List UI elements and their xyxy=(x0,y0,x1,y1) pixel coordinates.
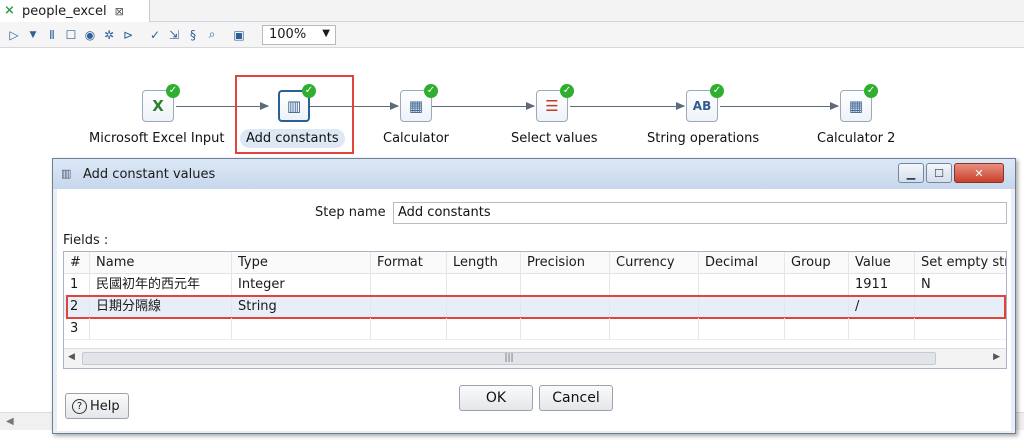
explore-db-icon[interactable]: ⌕ xyxy=(204,27,220,43)
cell-precision[interactable] xyxy=(521,318,610,340)
cell-decimal[interactable] xyxy=(699,318,785,340)
scroll-right-icon[interactable]: ▶ xyxy=(993,352,1000,362)
ok-button[interactable]: OK xyxy=(459,385,533,411)
debug-icon[interactable]: ✲ xyxy=(101,27,117,43)
table-header: # Name Type Format Length Precision Curr… xyxy=(64,252,1006,274)
column-header[interactable]: Value xyxy=(849,252,915,274)
column-header[interactable]: Name xyxy=(90,252,232,274)
replay-icon[interactable]: ⊳ xyxy=(120,27,136,43)
cell-precision[interactable] xyxy=(521,274,610,296)
fields-table: # Name Type Format Length Precision Curr… xyxy=(63,251,1007,369)
step-name-label: Step name xyxy=(315,205,386,220)
cell-length[interactable] xyxy=(447,318,521,340)
cell-set-empty[interactable]: N xyxy=(915,274,1006,296)
show-results-icon[interactable]: ▣ xyxy=(231,27,247,43)
hop-arrow[interactable] xyxy=(432,102,535,110)
step-label: Microsoft Excel Input xyxy=(89,131,225,146)
scroll-left-icon[interactable]: ◀ xyxy=(68,352,75,362)
column-header[interactable]: # xyxy=(64,252,90,274)
tab-people-excel[interactable]: ⨯ people_excel ⊠ xyxy=(0,0,150,22)
preview-icon[interactable]: ◉ xyxy=(82,27,98,43)
sql-icon[interactable]: § xyxy=(185,27,201,43)
dialog-title: Add constant values xyxy=(83,166,216,182)
zoom-value: 100% xyxy=(269,27,307,42)
step-label: Select values xyxy=(511,131,598,146)
check-badge-icon: ✓ xyxy=(166,84,180,98)
maximize-button[interactable]: ☐ xyxy=(926,163,952,183)
cell-decimal[interactable] xyxy=(699,274,785,296)
cell-type[interactable] xyxy=(232,318,371,340)
add-constant-values-dialog: ▥ Add constant values ▁ ☐ ✕ Step name Ad… xyxy=(52,158,1016,434)
column-header[interactable]: Length xyxy=(447,252,521,274)
add-constants-icon: ▥ xyxy=(61,167,72,180)
fields-label: Fields : xyxy=(63,233,109,248)
column-header[interactable]: Decimal xyxy=(699,252,785,274)
stop-icon[interactable]: ☐ xyxy=(63,27,79,43)
chevron-down-icon: ▼ xyxy=(322,27,330,39)
cell-set-empty[interactable] xyxy=(915,318,1006,340)
dialog-body: Step name Add constants Fields : # Name … xyxy=(57,189,1011,431)
cell-length[interactable] xyxy=(447,274,521,296)
cell-type[interactable]: Integer xyxy=(232,274,371,296)
check-badge-icon: ✓ xyxy=(864,84,878,98)
tab-title: people_excel xyxy=(22,3,107,19)
cell-group[interactable] xyxy=(785,318,849,340)
step-label: Calculator 2 xyxy=(817,131,896,146)
step-label: String operations xyxy=(647,131,760,146)
pause-icon[interactable]: Ⅱ xyxy=(44,27,60,43)
close-button[interactable]: ✕ xyxy=(954,163,1004,183)
cell-format[interactable] xyxy=(371,274,447,296)
impact-icon[interactable]: ⇲ xyxy=(166,27,182,43)
scroll-left-icon[interactable]: ◀ xyxy=(6,416,14,427)
run-icon[interactable]: ▷ xyxy=(6,27,22,43)
check-badge-icon: ✓ xyxy=(710,84,724,98)
column-header[interactable]: Group xyxy=(785,252,849,274)
check-badge-icon: ✓ xyxy=(424,84,438,98)
tab-close-icon[interactable]: ⊠ xyxy=(115,5,124,18)
minimize-button[interactable]: ▁ xyxy=(898,163,924,183)
cell-name[interactable] xyxy=(90,318,232,340)
cell-name[interactable]: 民國初年的西元年 xyxy=(90,274,232,296)
help-button[interactable]: ? Help xyxy=(65,393,129,419)
column-header[interactable]: Type xyxy=(232,252,371,274)
step-name-input[interactable]: Add constants xyxy=(393,202,1007,224)
transformation-toolbar: ▷ ▼ Ⅱ ☐ ◉ ✲ ⊳ ✓ ⇲ § ⌕ ▣ 100% ▼ xyxy=(0,22,1024,48)
check-badge-icon: ✓ xyxy=(560,84,574,98)
hop-arrow[interactable] xyxy=(570,102,685,110)
cell-currency[interactable] xyxy=(610,318,699,340)
column-header[interactable]: Precision xyxy=(521,252,610,274)
editor-tab-bar: ⨯ people_excel ⊠ xyxy=(0,0,1024,22)
step-label: Calculator xyxy=(383,131,450,146)
cell-format[interactable] xyxy=(371,318,447,340)
help-label: Help xyxy=(90,398,120,414)
run-dropdown-icon[interactable]: ▼ xyxy=(25,27,41,43)
table-horizontal-scrollbar[interactable]: ◀ ||| ▶ xyxy=(64,348,1006,368)
verify-icon[interactable]: ✓ xyxy=(147,27,163,43)
cell-group[interactable] xyxy=(785,274,849,296)
column-header[interactable]: Set empty str xyxy=(915,252,1006,274)
transformation-icon: ⨯ xyxy=(4,3,15,18)
cancel-button[interactable]: Cancel xyxy=(539,385,613,411)
cell-value[interactable]: 1911 xyxy=(849,274,915,296)
cell-currency[interactable] xyxy=(610,274,699,296)
row-number: 3 xyxy=(64,318,90,340)
column-header[interactable]: Format xyxy=(371,252,447,274)
dialog-title-bar[interactable]: ▥ Add constant values xyxy=(53,159,1015,189)
help-icon: ? xyxy=(72,398,87,414)
table-row[interactable]: 3 xyxy=(64,318,1006,340)
scroll-thumb[interactable]: ||| xyxy=(82,352,936,365)
zoom-select[interactable]: 100% ▼ xyxy=(262,24,336,45)
hop-arrow[interactable] xyxy=(720,102,839,110)
selected-row-highlight xyxy=(66,295,1006,319)
check-badge-icon: ✓ xyxy=(302,84,316,98)
step-label: Add constants xyxy=(240,129,345,148)
cell-value[interactable] xyxy=(849,318,915,340)
column-header[interactable]: Currency xyxy=(610,252,699,274)
row-number: 1 xyxy=(64,274,90,296)
table-row[interactable]: 1 民國初年的西元年 Integer 1911 N xyxy=(64,274,1006,296)
